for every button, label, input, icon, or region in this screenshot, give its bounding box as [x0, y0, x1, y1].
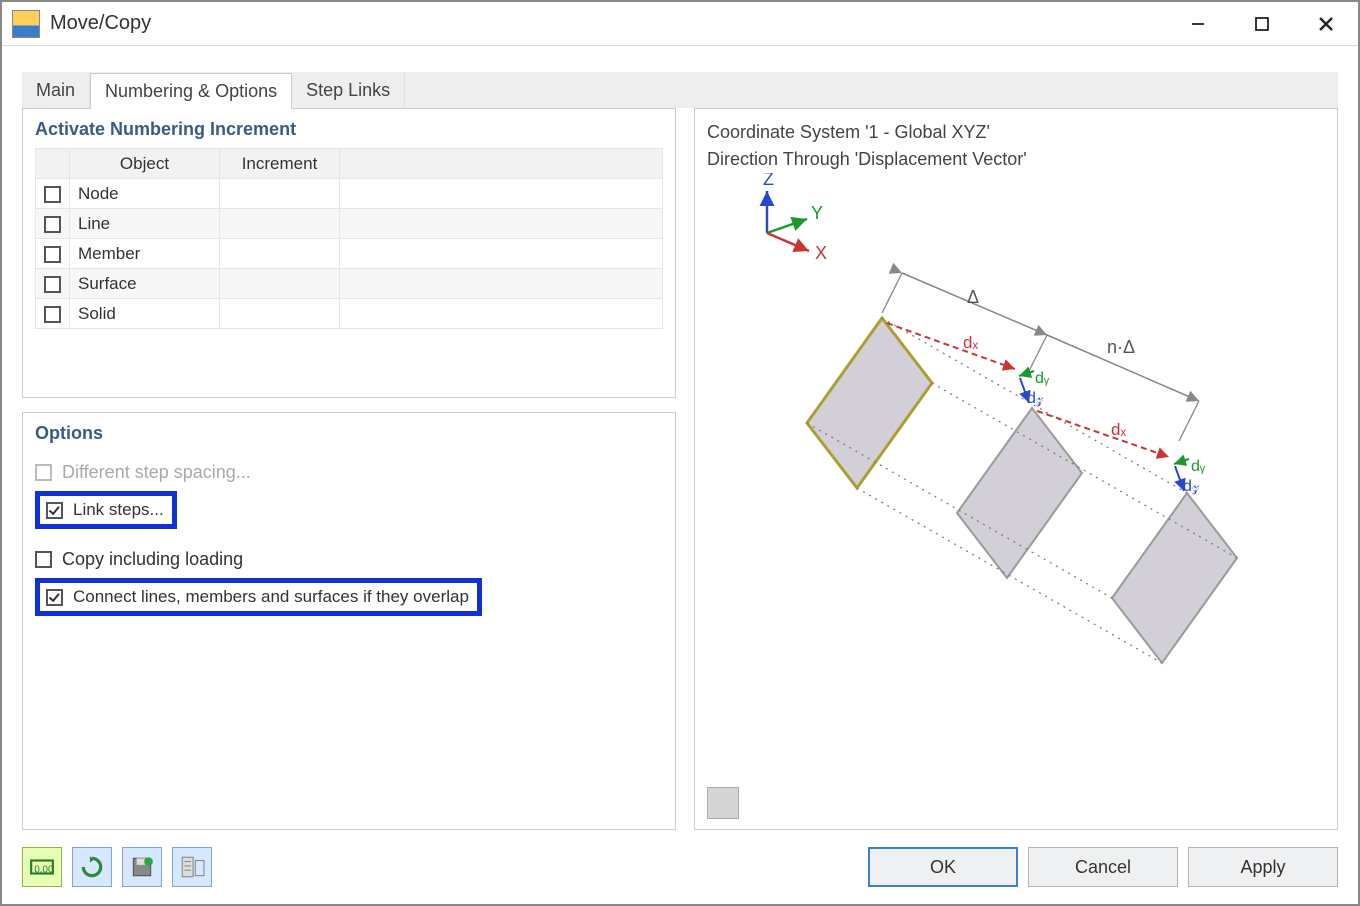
dy-label-2: dᵧ [1191, 458, 1206, 475]
dy-label-1: dᵧ [1035, 370, 1050, 387]
tab-main[interactable]: Main [22, 72, 90, 108]
save-button[interactable] [122, 847, 162, 887]
numbering-table: Object Increment Node [35, 148, 663, 329]
option-connect-overlap-highlight: Connect lines, members and surfaces if t… [35, 578, 482, 616]
label-copy-loading: Copy including loading [62, 549, 243, 570]
content-area: Activate Numbering Increment Object Incr… [2, 108, 1358, 830]
table-row-solid: Solid [36, 299, 663, 329]
checkbox-surface[interactable] [44, 276, 61, 293]
option-link-steps-highlight: Link steps... [35, 491, 177, 529]
preview-graphic: Z Y X Δ n·Δ [707, 173, 1325, 781]
table-row-line: Line [36, 209, 663, 239]
preview-line2: Direction Through 'Displacement Vector' [707, 146, 1325, 173]
units-button[interactable]: 0,00 [22, 847, 62, 887]
table-row-member: Member [36, 239, 663, 269]
checkbox-line[interactable] [44, 216, 61, 233]
checkbox-connect-overlap[interactable] [46, 589, 63, 606]
dx-label-1: dₓ [963, 333, 978, 352]
left-column: Activate Numbering Increment Object Incr… [22, 108, 676, 830]
dx-label-2: dₓ [1111, 420, 1126, 439]
maximize-button[interactable] [1230, 2, 1294, 46]
label-diff-spacing: Different step spacing... [62, 462, 251, 483]
label-connect-overlap: Connect lines, members and surfaces if t… [73, 587, 469, 607]
col-object: Object [70, 149, 220, 179]
preview-line1: Coordinate System '1 - Global XYZ' [707, 119, 1325, 146]
tab-numbering-options[interactable]: Numbering & Options [90, 73, 292, 109]
ndelta-label: n·Δ [1107, 337, 1135, 357]
options-panel: Options Different step spacing... Link s… [22, 412, 676, 830]
increment-member[interactable] [220, 239, 340, 269]
options-heading: Options [35, 423, 663, 444]
reset-button[interactable] [72, 847, 112, 887]
checkbox-link-steps[interactable] [46, 502, 63, 519]
apply-button[interactable]: Apply [1188, 847, 1338, 887]
ok-button[interactable]: OK [868, 847, 1018, 887]
list-button[interactable] [172, 847, 212, 887]
checkbox-copy-loading[interactable] [35, 551, 52, 568]
axis-y-label: Y [811, 203, 823, 223]
checkbox-diff-spacing [35, 464, 52, 481]
app-icon [12, 10, 40, 38]
window-title: Move/Copy [50, 12, 1166, 35]
checkbox-node[interactable] [44, 186, 61, 203]
axis-x-label: X [815, 243, 827, 263]
increment-surface[interactable] [220, 269, 340, 299]
label-member: Member [70, 239, 220, 269]
numbering-panel: Activate Numbering Increment Object Incr… [22, 108, 676, 398]
titlebar: Move/Copy [2, 2, 1358, 46]
copy-to-clipboard-icon[interactable] [707, 787, 739, 819]
label-line: Line [70, 209, 220, 239]
increment-solid[interactable] [220, 299, 340, 329]
delta-label: Δ [967, 287, 979, 307]
tab-strip: Main Numbering & Options Step Links [22, 72, 1338, 108]
table-row-node: Node [36, 179, 663, 209]
cancel-button[interactable]: Cancel [1028, 847, 1178, 887]
dz-label-1: d𝓏 [1027, 390, 1044, 407]
increment-node[interactable] [220, 179, 340, 209]
col-increment: Increment [220, 149, 340, 179]
bottom-bar: 0,00 OK Cancel Apply [2, 830, 1358, 904]
displacement-diagram: Z Y X Δ n·Δ [707, 173, 1307, 693]
minimize-button[interactable] [1166, 2, 1230, 46]
window-controls [1166, 2, 1358, 46]
label-surface: Surface [70, 269, 220, 299]
dz-label-2: d𝓏 [1183, 478, 1200, 495]
label-link-steps: Link steps... [73, 500, 164, 520]
tab-step-links[interactable]: Step Links [292, 72, 405, 108]
table-row-surface: Surface [36, 269, 663, 299]
dialog-move-copy: Move/Copy Main Numbering & Options Step … [0, 0, 1360, 906]
increment-line[interactable] [220, 209, 340, 239]
checkbox-member[interactable] [44, 246, 61, 263]
svg-text:0,00: 0,00 [34, 864, 54, 875]
preview-panel: Coordinate System '1 - Global XYZ' Direc… [694, 108, 1338, 830]
checkbox-solid[interactable] [44, 306, 61, 323]
numbering-heading: Activate Numbering Increment [35, 119, 663, 140]
option-copy-loading: Copy including loading [35, 547, 663, 572]
option-diff-spacing: Different step spacing... [35, 460, 663, 485]
axis-z-label: Z [763, 173, 774, 189]
close-button[interactable] [1294, 2, 1358, 46]
label-node: Node [70, 179, 220, 209]
label-solid: Solid [70, 299, 220, 329]
